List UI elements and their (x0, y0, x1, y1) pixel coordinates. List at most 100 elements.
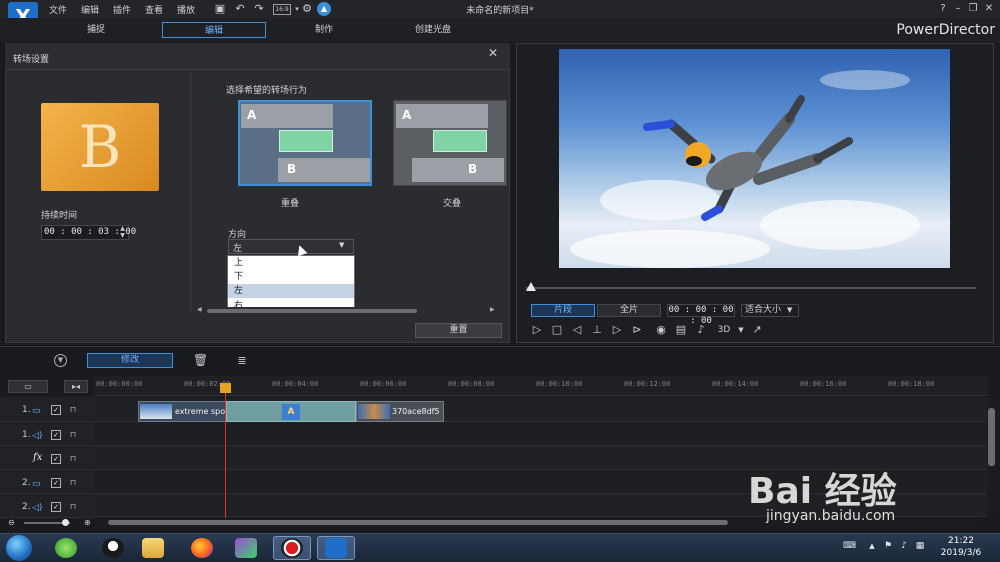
clock-time[interactable]: 21:22 (936, 536, 986, 546)
clip-name: extreme spo (175, 407, 226, 416)
track-enable-checkbox[interactable]: ✓ (51, 454, 61, 464)
track-enable-checkbox[interactable]: ✓ (51, 430, 61, 440)
undo-icon[interactable]: ↶ (233, 2, 247, 16)
cross-clip-b (412, 158, 504, 182)
lock-icon[interactable]: ⊓ (68, 478, 78, 488)
track-enable-checkbox[interactable]: ✓ (51, 478, 61, 488)
tab-produce[interactable]: 制作 (272, 22, 376, 38)
menu-play[interactable]: 播放 (177, 3, 195, 16)
fit-timeline-button[interactable]: ▸◂ (64, 380, 88, 393)
network-icon[interactable]: ▦ (914, 540, 926, 552)
flag-icon[interactable]: ⚑ (882, 540, 894, 552)
timeline-vertical-scrollbar-thumb[interactable] (988, 408, 995, 466)
lock-icon[interactable]: ⊓ (68, 502, 78, 512)
menu-file[interactable]: 文件 (49, 3, 67, 16)
video-track-icon: ▭ (32, 406, 41, 416)
chevron-down-icon[interactable]: ▼ (54, 354, 67, 367)
options-scrollbar-thumb[interactable] (207, 309, 417, 313)
firefox-icon[interactable] (191, 538, 213, 558)
movie-mode-button[interactable]: 全片 (597, 304, 661, 317)
subtitle-icon[interactable]: ▤ (673, 322, 689, 338)
tab-capture[interactable]: 捕捉 (44, 22, 148, 38)
cross-clip-b-letter: B (468, 162, 478, 176)
reset-button[interactable]: 重置 (415, 323, 502, 338)
zoom-out-icon[interactable]: ⊖ (8, 518, 15, 527)
track-row[interactable] (94, 422, 988, 446)
lock-icon[interactable]: ⊓ (68, 454, 78, 464)
ruler-label: 00:00:12:00 (624, 380, 671, 388)
help-button[interactable]: ? (936, 2, 950, 16)
volume-tray-icon[interactable]: ♪ (898, 540, 910, 552)
timeline-horizontal-scrollbar-thumb[interactable] (108, 520, 728, 525)
track-enable-checkbox[interactable]: ✓ (51, 502, 61, 512)
qq-icon[interactable] (102, 538, 124, 558)
minimize-button[interactable]: – (951, 2, 965, 16)
split-icon[interactable]: ⊥ (589, 322, 605, 338)
trash-icon[interactable]: 🗑 (193, 353, 208, 368)
app-window: X 文件 编辑 插件 查看 播放 ▣ ↶ ↷ 16:9 ▾ ⚙ ▲ 未命名的新项… (0, 0, 1000, 562)
menu-edit[interactable]: 编辑 (81, 3, 99, 16)
record-icon[interactable] (281, 538, 303, 558)
snapshot-icon[interactable]: ◉ (653, 322, 669, 338)
menu-view[interactable]: 查看 (145, 3, 163, 16)
scroll-right-icon[interactable]: ▶ (490, 306, 495, 313)
aspect-ratio-icon[interactable]: 16:9 (273, 4, 291, 15)
redo-icon[interactable]: ↷ (252, 2, 266, 16)
clock-date[interactable]: 2019/3/6 (936, 548, 986, 558)
tab-create-disc[interactable]: 创建光盘 (381, 22, 485, 38)
ruler-label: 00:00:00:00 (96, 380, 143, 388)
fast-forward-icon[interactable]: ⊳ (629, 322, 645, 338)
upgrade-icon[interactable]: ▲ (317, 2, 331, 16)
watermark-logo: Bai 经验 (748, 471, 897, 512)
folder-icon[interactable] (142, 538, 164, 558)
direction-select[interactable] (228, 239, 354, 254)
close-icon[interactable]: ✕ (486, 46, 500, 60)
track-enable-checkbox[interactable]: ✓ (51, 405, 61, 415)
clip-thumbnail (358, 404, 390, 419)
transition-preview-letter: B (78, 113, 122, 181)
previous-frame-icon[interactable]: ◁ (569, 322, 585, 338)
track-manager-button[interactable]: ▭ (8, 380, 48, 393)
media-app-icon[interactable] (235, 538, 257, 558)
clip-mode-button[interactable]: 片段 (531, 304, 595, 317)
playhead[interactable] (225, 384, 226, 518)
scroll-left-icon[interactable]: ◀ (197, 306, 202, 313)
preview-scrubber[interactable] (526, 287, 976, 289)
tab-edit[interactable]: 编辑 (162, 22, 266, 38)
close-button[interactable]: ✕ (982, 2, 996, 16)
lock-icon[interactable]: ⊓ (68, 405, 78, 415)
play-icon[interactable]: ▷ (529, 322, 545, 338)
undock-icon[interactable]: ↗ (749, 322, 765, 338)
start-button[interactable] (6, 535, 32, 561)
list-icon[interactable]: ≣ (235, 353, 249, 368)
tray-expand-icon[interactable]: ▲ (866, 540, 878, 552)
restore-button[interactable]: ❐ (966, 2, 980, 16)
zoom-slider-handle[interactable] (62, 519, 69, 526)
lock-icon[interactable]: ⊓ (68, 430, 78, 440)
duration-stepper[interactable]: ▲ ▼ (116, 225, 129, 240)
keyboard-icon[interactable]: ⌨ (843, 540, 856, 552)
zoom-fit-select[interactable]: 适合大小 ▼ (741, 304, 799, 317)
next-frame-icon[interactable]: ▷ (609, 322, 625, 338)
track-number: 2. (22, 478, 31, 488)
save-icon[interactable]: ▣ (213, 2, 227, 16)
chevron-down-icon[interactable]: ▼ (733, 322, 749, 338)
zoom-in-icon[interactable]: ⊕ (84, 518, 91, 527)
ruler-label: 00:00:08:00 (448, 380, 495, 388)
direction-option-up[interactable]: 上 (228, 256, 354, 270)
duration-label: 持续时间 (41, 211, 78, 221)
three-d-button[interactable]: 3D (714, 322, 734, 338)
playhead-handle[interactable] (220, 383, 231, 393)
panel-divider (190, 72, 191, 312)
preview-scrubber-handle[interactable] (526, 282, 536, 291)
stop-icon[interactable]: □ (549, 322, 565, 338)
preview-timecode[interactable]: 00 : 00 : 00 : 00 (667, 304, 735, 326)
volume-icon[interactable]: ♪ (693, 322, 709, 338)
direction-option-down[interactable]: 下 (228, 270, 354, 284)
settings-icon[interactable]: ⚙ (300, 2, 314, 16)
direction-option-left[interactable]: 左 (228, 284, 354, 298)
powerdirector-icon[interactable] (325, 538, 347, 558)
modify-button[interactable]: 修改 (87, 353, 173, 368)
browser-360-icon[interactable] (55, 538, 77, 558)
menu-plugins[interactable]: 插件 (113, 3, 131, 16)
